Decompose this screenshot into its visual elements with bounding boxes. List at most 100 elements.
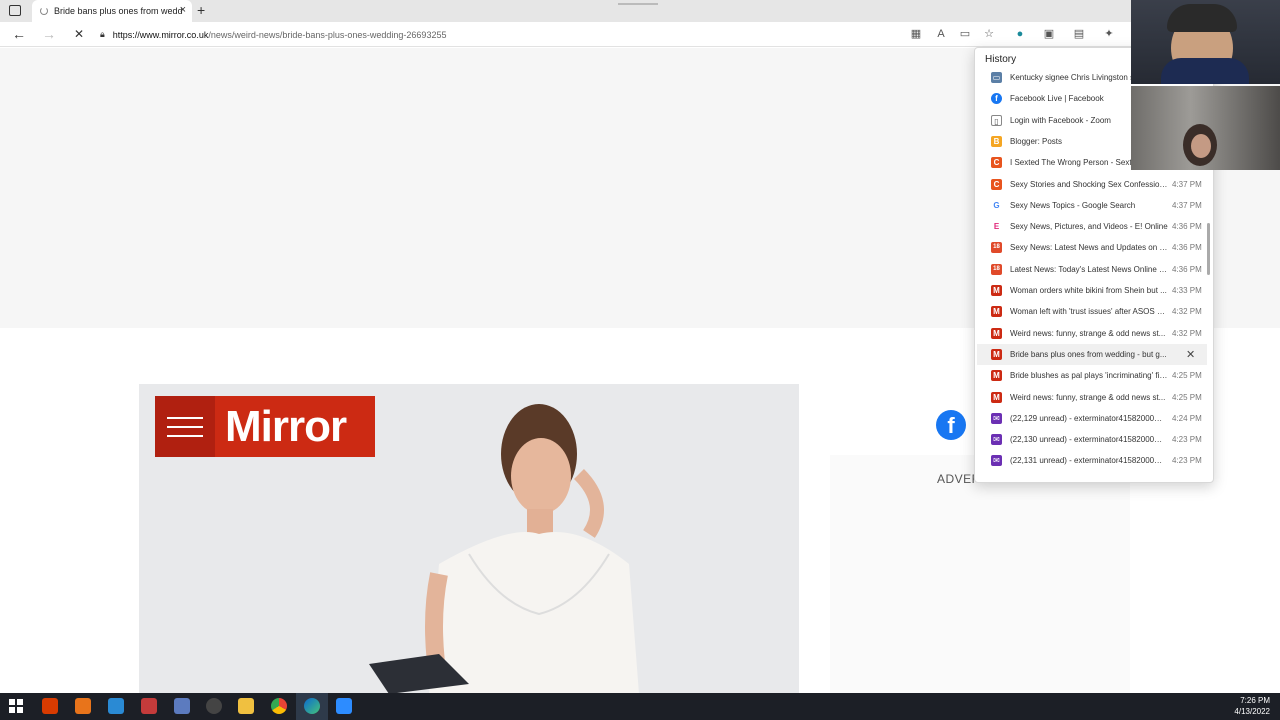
mail-icon: ✉ <box>991 412 1002 424</box>
tab-title: Bride bans plus ones from wedd <box>54 6 183 16</box>
back-button[interactable]: ← <box>12 26 26 42</box>
url-host: https://www.mirror.co.uk <box>112 29 209 40</box>
history-scrollbar[interactable] <box>1207 223 1210 275</box>
history-item[interactable]: 18 Sexy News: Latest News and Updates on … <box>977 237 1207 258</box>
history-item-title: Sexy Stories and Shocking Sex Confession… <box>1010 179 1168 189</box>
history-item-title: Woman orders white bikini from Shein but… <box>1010 286 1167 295</box>
history-item[interactable]: M Woman orders white bikini from Shein bu… <box>977 280 1207 301</box>
history-item-title: Weird news: funny, strange & odd news st… <box>1010 328 1166 338</box>
history-item-time: 4:32 PM <box>1172 307 1202 317</box>
tab-actions-icon[interactable] <box>9 5 21 16</box>
tab-active[interactable]: Bride bans plus ones from wedd × <box>32 0 192 22</box>
site-icon: M <box>991 306 1002 318</box>
site-icon: C <box>991 178 1002 190</box>
history-item[interactable]: 18 Latest News: Today's Latest News Onlin… <box>977 259 1207 280</box>
loading-spinner-icon <box>40 7 48 15</box>
history-item-title: Latest News: Today's Latest News Online … <box>1010 264 1168 274</box>
site-icon: M <box>991 370 1002 382</box>
facebook-icon: f <box>991 93 1002 105</box>
address-toolbar: ← → ✕ 🔒︎ https://www.mirror.co.uk/news/w… <box>0 22 1280 47</box>
apps-icon[interactable]: ▦ <box>910 28 922 40</box>
clock-time: 7:26 PM <box>1240 696 1270 705</box>
tab-strip: Bride bans plus ones from wedd × + <box>0 0 1280 22</box>
webcam-feed-1 <box>1131 0 1280 84</box>
history-item-time: 4:36 PM <box>1172 222 1202 232</box>
history-item[interactable]: M Weird news: funny, strange & odd news s… <box>977 387 1207 408</box>
tab-close-icon[interactable]: × <box>180 4 186 16</box>
favorites-icon[interactable]: ☆ <box>983 28 995 40</box>
mail-icon: ✉ <box>991 455 1002 467</box>
site-icon: C <box>991 157 1002 169</box>
app-orange-icon[interactable] <box>75 698 91 714</box>
extensions-puzzle-icon[interactable]: ✦ <box>1103 28 1115 40</box>
forward-button[interactable]: → <box>42 26 56 42</box>
history-item-time: 4:32 PM <box>1172 328 1202 338</box>
history-item-time: 4:24 PM <box>1172 413 1202 423</box>
history-item-title: (22,129 unread) - exterminator41582000@.… <box>1010 413 1168 423</box>
site-icon: E <box>991 221 1002 233</box>
history-item-title: Sexy News, Pictures, and Videos - E! Onl… <box>1010 222 1168 232</box>
news-icon: ▭ <box>991 72 1002 83</box>
extension-2-icon[interactable]: ▣ <box>1043 28 1055 40</box>
history-item-title: Woman left with 'trust issues' after ASO… <box>1010 307 1168 317</box>
zoom-icon[interactable] <box>336 698 352 714</box>
site-icon: M <box>991 327 1002 339</box>
history-item-time: 4:37 PM <box>1172 200 1202 210</box>
address-bar[interactable]: 🔒︎ https://www.mirror.co.uk/news/weird-n… <box>100 25 970 44</box>
history-item-title: Sexy News: Latest News and Updates on Se… <box>1010 243 1168 253</box>
office-icon[interactable] <box>42 698 58 714</box>
history-item-time: 4:25 PM <box>1172 392 1202 402</box>
url-path: /news/weird-news/bride-bans-plus-ones-we… <box>208 29 447 40</box>
taskbar-clock[interactable]: 7:26 PM 4/13/2022 <box>1234 695 1270 717</box>
app-red-icon[interactable] <box>141 698 157 714</box>
read-aloud-icon[interactable]: A <box>935 28 947 40</box>
site-icon: B <box>991 135 1002 147</box>
site-icon: 18 <box>991 263 1002 275</box>
extension-icon[interactable]: ● <box>1014 28 1026 40</box>
obs-icon[interactable] <box>206 698 222 714</box>
start-button[interactable] <box>8 698 24 714</box>
edge-icon[interactable] <box>304 698 320 714</box>
site-icon: M <box>991 391 1002 403</box>
taskbar: 7:26 PM 4/13/2022 <box>0 693 1280 720</box>
history-item[interactable]: ✉ (22,130 unread) - exterminator41582000@… <box>977 429 1207 450</box>
advert-panel <box>830 455 1130 693</box>
history-item-title: Bride blushes as pal plays 'incriminatin… <box>1010 371 1168 381</box>
page-icon: ▯ <box>991 114 1002 126</box>
history-item-title: (22,131 unread) - exterminator41582000@.… <box>1010 456 1168 466</box>
history-item[interactable]: M Weird news: funny, strange & odd news s… <box>977 323 1207 344</box>
history-item-title: Bride bans plus ones from wedding - but … <box>1010 349 1167 359</box>
stop-button[interactable]: ✕ <box>74 27 84 41</box>
history-item[interactable]: M Bride blushes as pal plays 'incriminati… <box>977 365 1207 386</box>
history-item[interactable]: ✉ (22,129 unread) - exterminator41582000@… <box>977 408 1207 429</box>
new-tab-button[interactable]: + <box>197 2 205 18</box>
history-item[interactable]: M Woman left with 'trust issues' after AS… <box>977 301 1207 322</box>
history-item[interactable]: E Sexy News, Pictures, and Videos - E! On… <box>977 216 1207 237</box>
app-blue-icon[interactable] <box>108 698 124 714</box>
webcam-feed-2 <box>1131 86 1280 170</box>
hamburger-menu-icon[interactable] <box>155 396 215 457</box>
history-item-title: Weird news: funny, strange & odd news st… <box>1010 392 1166 402</box>
history-item-title: (22,130 unread) - exterminator41582000@.… <box>1010 435 1168 445</box>
file-explorer-icon[interactable] <box>238 698 254 714</box>
history-item-time: 4:33 PM <box>1172 286 1202 295</box>
app-window-icon[interactable] <box>174 698 190 714</box>
history-item[interactable]: M Bride bans plus ones from wedding - but… <box>977 343 1207 365</box>
window-grip <box>618 3 658 5</box>
facebook-icon[interactable]: f <box>936 410 966 440</box>
history-item[interactable]: G Sexy News Topics - Google Search 4:37 PM <box>977 195 1207 216</box>
site-icon: M <box>991 285 1002 296</box>
history-item[interactable]: ✉ (22,131 unread) - exterminator41582000@… <box>977 450 1207 471</box>
history-title: History <box>985 54 1017 65</box>
delete-history-item-icon[interactable]: ✕ <box>1186 348 1195 361</box>
history-item-time: 4:25 PM <box>1172 371 1202 381</box>
chrome-icon[interactable] <box>271 698 287 714</box>
mirror-logo[interactable]: Mirror <box>155 396 375 457</box>
history-item-title: Sexy News Topics - Google Search <box>1010 200 1136 210</box>
history-item-time: 4:36 PM <box>1172 243 1202 253</box>
mail-icon: ✉ <box>991 434 1002 446</box>
history-item[interactable]: C Sexy Stories and Shocking Sex Confessio… <box>977 174 1207 195</box>
immersive-reader-icon[interactable]: ▭ <box>959 28 971 40</box>
site-icon: 18 <box>991 242 1002 254</box>
collections-icon[interactable]: ▤ <box>1073 28 1085 40</box>
